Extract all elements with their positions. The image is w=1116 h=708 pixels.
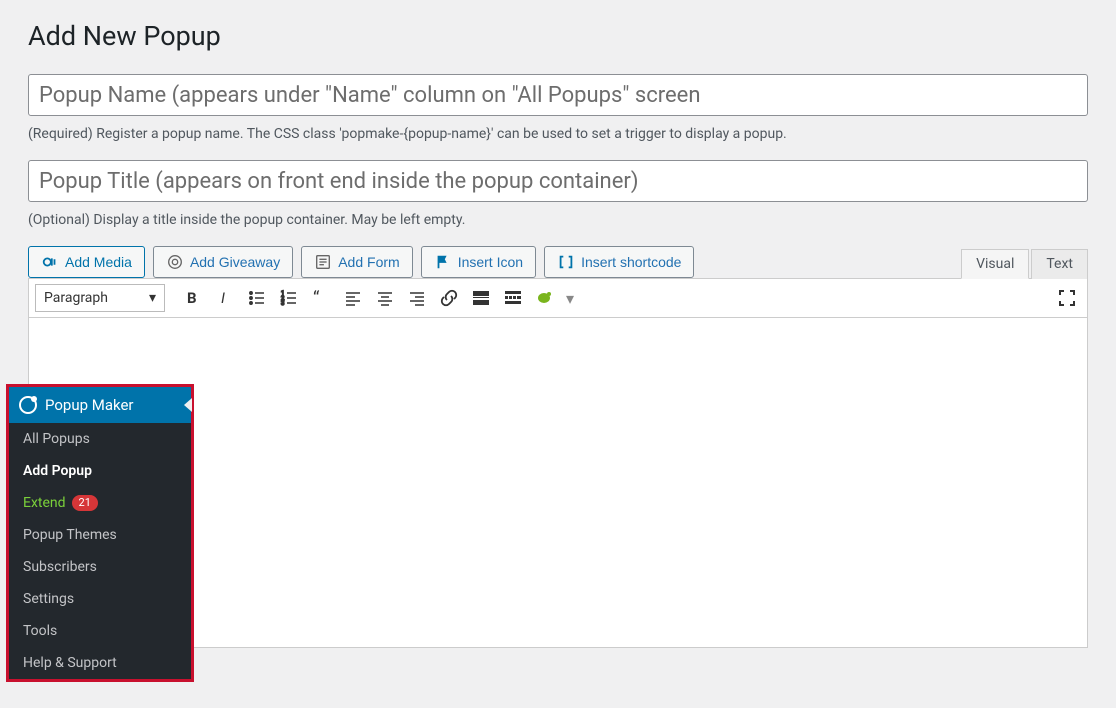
bold-button[interactable]: B xyxy=(179,284,207,312)
add-media-button[interactable]: Add Media xyxy=(28,246,145,278)
toolbar-toggle-button[interactable] xyxy=(499,284,527,312)
add-form-label: Add Form xyxy=(338,254,399,270)
flag-icon xyxy=(434,253,452,271)
svg-text:3: 3 xyxy=(281,300,284,307)
sidebar-item-label: All Popups xyxy=(23,431,90,447)
numbered-list-button[interactable]: 123 xyxy=(275,284,303,312)
popup-maker-icon xyxy=(19,396,37,414)
format-select[interactable]: Paragraph ▾ xyxy=(35,284,165,312)
giveaway-icon xyxy=(166,253,184,271)
align-center-button[interactable] xyxy=(371,284,399,312)
add-giveaway-label: Add Giveaway xyxy=(190,254,280,270)
italic-button[interactable]: I xyxy=(211,284,239,312)
sidebar-item-tools[interactable]: Tools xyxy=(9,615,191,647)
add-giveaway-button[interactable]: Add Giveaway xyxy=(153,246,293,278)
insert-shortcode-button[interactable]: Insert shortcode xyxy=(544,246,694,278)
svg-text:“: “ xyxy=(313,288,320,308)
insert-shortcode-label: Insert shortcode xyxy=(581,254,681,270)
sidebar-item-label: Subscribers xyxy=(23,559,97,575)
sidebar-item-add-popup[interactable]: Add Popup xyxy=(9,455,191,487)
sidebar-header[interactable]: Popup Maker xyxy=(9,387,191,423)
shortcode-icon xyxy=(557,253,575,271)
popup-name-helper: (Required) Register a popup name. The CS… xyxy=(28,126,1088,142)
insert-icon-button[interactable]: Insert Icon xyxy=(421,246,536,278)
sidebar-item-label: Settings xyxy=(23,591,74,607)
format-select-value: Paragraph xyxy=(44,290,108,306)
chevron-down-icon: ▾ xyxy=(149,290,156,306)
sidebar-header-label: Popup Maker xyxy=(45,396,134,414)
tab-visual[interactable]: Visual xyxy=(961,249,1029,279)
link-button[interactable] xyxy=(435,284,463,312)
blockquote-button[interactable]: “ xyxy=(307,284,335,312)
sidebar-item-label: Popup Themes xyxy=(23,527,117,543)
page-title: Add New Popup xyxy=(28,20,1088,52)
extend-badge: 21 xyxy=(72,495,98,511)
svg-text:B: B xyxy=(187,289,197,307)
bullet-list-button[interactable] xyxy=(243,284,271,312)
sidebar-item-all-popups[interactable]: All Popups xyxy=(9,423,191,455)
sidebar-item-label: Help & Support xyxy=(23,655,117,671)
read-more-button[interactable] xyxy=(467,284,495,312)
align-right-button[interactable] xyxy=(403,284,431,312)
sidebar-item-help-support[interactable]: Help & Support xyxy=(9,647,191,679)
insert-icon-label: Insert Icon xyxy=(458,254,523,270)
tab-text[interactable]: Text xyxy=(1031,249,1088,279)
add-media-label: Add Media xyxy=(65,254,132,270)
fullscreen-button[interactable] xyxy=(1053,284,1081,312)
popup-title-helper: (Optional) Display a title inside the po… xyxy=(28,212,1088,228)
svg-text:I: I xyxy=(221,289,225,307)
sidebar-item-label: Add Popup xyxy=(23,463,92,479)
form-icon xyxy=(314,253,332,271)
sidebar-item-popup-themes[interactable]: Popup Themes xyxy=(9,519,191,551)
sidebar-item-label: Tools xyxy=(23,623,57,639)
add-form-button[interactable]: Add Form xyxy=(301,246,412,278)
editor-toolbar: Paragraph ▾ B I 123 “ ▾ xyxy=(28,278,1088,318)
sidebar-item-subscribers[interactable]: Subscribers xyxy=(9,551,191,583)
popup-maker-dropdown-icon[interactable]: ▾ xyxy=(563,284,577,312)
align-left-button[interactable] xyxy=(339,284,367,312)
popup-maker-sidebar: Popup Maker All Popups Add Popup Extend … xyxy=(6,384,194,682)
popup-maker-toolbar-button[interactable] xyxy=(531,284,559,312)
sidebar-item-extend[interactable]: Extend 21 xyxy=(9,487,191,519)
sidebar-item-label: Extend xyxy=(23,495,66,511)
popup-title-input[interactable] xyxy=(28,160,1088,202)
sidebar-item-settings[interactable]: Settings xyxy=(9,583,191,615)
sidebar-current-arrow xyxy=(184,398,192,412)
popup-name-input[interactable] xyxy=(28,74,1088,116)
media-icon xyxy=(41,253,59,271)
